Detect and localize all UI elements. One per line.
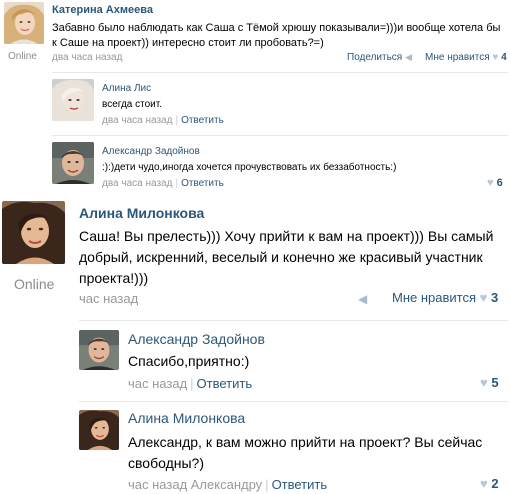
reply-time[interactable]: час назад Александру (128, 477, 262, 492)
post-time[interactable]: два часа назад (52, 52, 122, 63)
author-name[interactable]: Катерина Ахмеева (52, 4, 153, 16)
avatar-katerina-image (4, 2, 44, 44)
reply-meta: два часа назад | Ответить (102, 115, 224, 126)
avatar-alina-milonkova[interactable] (2, 201, 65, 264)
reply-time[interactable]: час назад (128, 376, 187, 391)
avatar-alina-lis[interactable] (52, 79, 94, 121)
author-name[interactable]: Алина Милонкова (128, 410, 245, 426)
like-button[interactable]: Мне нравится ♥ 4 (425, 52, 507, 63)
share-button[interactable]: Поделиться ◀ (347, 52, 412, 63)
reply-button[interactable]: Ответить (181, 178, 224, 189)
reply-meta: час назад Александру | Ответить (128, 477, 327, 492)
avatar-alexander[interactable] (79, 330, 119, 370)
reply-text: :):)дети чудо,иногда хочется прочувствов… (102, 162, 397, 173)
avatar-alexander-image (52, 142, 94, 184)
like-button[interactable]: ♥ 2 (480, 476, 499, 491)
avatar-alina-milonkova[interactable] (79, 410, 119, 450)
like-count: 6 (496, 177, 503, 189)
reply-time[interactable]: два часа назад (102, 115, 172, 126)
divider (79, 401, 508, 402)
reply-text: Александр, к вам можно прийти на проект?… (128, 434, 483, 471)
like-label: Мне нравится (392, 290, 477, 305)
reply-meta: два часа назад | Ответить (102, 178, 224, 189)
heart-icon: ♥ (480, 375, 488, 390)
like-count: 5 (491, 375, 499, 390)
divider (79, 320, 508, 321)
post-text: Саша! Вы прелесть))) Хочу прийти к вам н… (79, 228, 494, 286)
heart-icon: ♥ (487, 177, 494, 189)
author-name[interactable]: Александр Задойнов (102, 146, 200, 157)
like-count: 2 (491, 476, 499, 491)
reply-meta: час назад | Ответить (128, 376, 252, 391)
heart-icon: ♥ (480, 476, 488, 491)
like-label: Мне нравится (425, 52, 490, 63)
author-name[interactable]: Александр Задойнов (128, 331, 265, 347)
separator: | (190, 376, 194, 391)
online-status: Online (8, 51, 37, 62)
avatar-alexander[interactable] (52, 142, 94, 184)
online-status: Online (14, 276, 55, 292)
post-text: Забавно было наблюдать как Саша с Тёмой … (52, 22, 501, 49)
megaphone-icon[interactable]: ◀ (358, 292, 367, 306)
like-button[interactable]: Мне нравится ♥ 3 (392, 290, 498, 305)
like-count: 4 (501, 52, 507, 63)
post-time[interactable]: час назад (79, 291, 138, 306)
divider (52, 135, 508, 136)
author-name[interactable]: Алина Лис (102, 83, 151, 94)
divider (52, 72, 508, 73)
like-button[interactable]: ♥ 5 (480, 375, 499, 390)
heart-icon: ♥ (479, 290, 488, 305)
reply-text: всегда стоит. (102, 99, 162, 110)
reply-button[interactable]: Ответить (197, 376, 253, 391)
separator: | (175, 178, 179, 189)
avatar-alina-milonkova-image (2, 201, 65, 264)
avatar-alexander-image (79, 330, 119, 370)
separator: | (265, 477, 269, 492)
heart-icon: ♥ (492, 52, 499, 63)
separator: | (175, 115, 179, 126)
reply-text: Спасибо,приятно:) (128, 353, 250, 369)
megaphone-icon: ◀ (405, 52, 412, 62)
avatar-katerina[interactable] (4, 2, 44, 44)
share-label: Поделиться (347, 52, 403, 63)
reply-button[interactable]: Ответить (272, 477, 328, 492)
reply-time[interactable]: два часа назад (102, 178, 172, 189)
like-count: 3 (490, 290, 499, 305)
avatar-alina-lis-image (52, 79, 94, 121)
avatar-alina-milonkova-image (79, 410, 119, 450)
author-name[interactable]: Алина Милонкова (79, 205, 204, 221)
like-button[interactable]: ♥ 6 (487, 177, 503, 189)
reply-button[interactable]: Ответить (181, 115, 224, 126)
